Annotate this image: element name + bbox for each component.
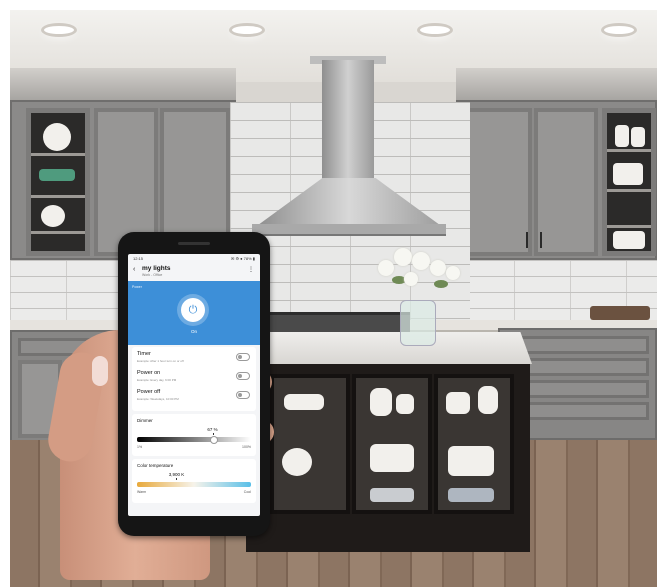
color-temperature-cool-label: Cool [243, 490, 251, 494]
color-temperature-marker [175, 478, 177, 480]
range-hood-chimney [322, 60, 374, 180]
plate-stack [448, 446, 494, 476]
cabinet-door [466, 108, 532, 256]
flower [378, 260, 394, 276]
range-hood-base [252, 224, 446, 236]
schedule-card: Timer Example: After 1 hour turn on or o… [132, 347, 256, 411]
island-glass-door [352, 374, 432, 514]
power-on-subtitle: Example: Every day, 6:00 PM [137, 378, 177, 382]
color-temperature-card: Color temperature 3,900 K Warm Cool [132, 459, 256, 503]
glass-cabinet-door [602, 108, 656, 256]
dimmer-title: Dimmer [137, 418, 153, 423]
vase [631, 127, 645, 147]
drawer [506, 336, 649, 354]
power-off-title: Power off [137, 389, 161, 395]
bowls [446, 392, 470, 414]
thumbnail [92, 356, 108, 386]
power-icon: ⏻ [188, 304, 198, 316]
flower [446, 266, 460, 280]
color-temperature-slider-track[interactable] [137, 482, 251, 487]
status-icons: ✉ ⚙ ● 78% ▮ [230, 256, 255, 261]
pitcher [370, 388, 392, 416]
bowls [39, 169, 75, 181]
color-temperature-title: Color temperature [137, 463, 174, 468]
power-state: On [190, 329, 197, 334]
pitcher [615, 125, 629, 147]
flower [404, 272, 418, 286]
bowls [448, 488, 494, 502]
power-on-title: Power on [137, 370, 161, 376]
power-on-toggle[interactable] [236, 372, 250, 380]
dimmer-min-label: 1% [137, 445, 143, 449]
ceiling-light [232, 26, 262, 34]
dimmer-marker [213, 433, 215, 435]
glass-cabinet-door [26, 108, 90, 256]
island-glass-door [270, 374, 350, 514]
pitcher [396, 394, 414, 414]
app-bar: ‹ my lights Work - Office ⋮ [128, 263, 260, 281]
dimmer-card: Dimmer 67 % 1% 100% [132, 414, 256, 456]
timer-toggle[interactable] [236, 353, 250, 361]
bowls [613, 231, 645, 249]
bowls [284, 394, 324, 410]
phone-screen: 12:15 ✉ ⚙ ● 78% ▮ ‹ my lights Work - Off… [128, 254, 260, 516]
upper-cabinet-right [456, 100, 657, 260]
color-temperature-warm-label: Warm [137, 490, 147, 494]
speaker-grille [178, 242, 210, 245]
dimmer-slider-thumb[interactable] [210, 436, 219, 444]
island-marble-countertop [242, 332, 532, 364]
ceiling-light [604, 26, 634, 34]
flower [412, 252, 430, 270]
back-arrow-icon[interactable]: ‹ [133, 266, 135, 273]
power-button[interactable]: ⏻ [181, 298, 205, 322]
flower [394, 248, 412, 266]
pitcher [478, 386, 498, 414]
glass-vase [400, 300, 436, 346]
ceiling-light [420, 26, 450, 34]
page-subtitle: Work - Office [142, 273, 163, 277]
more-vert-icon[interactable]: ⋮ [248, 266, 254, 273]
status-time: 12:15 [133, 256, 144, 261]
dimmer-slider-track[interactable] [137, 437, 251, 442]
gas-range [268, 312, 410, 335]
timer-title: Timer [137, 351, 151, 357]
cabinet-door [534, 108, 598, 256]
glasses [370, 488, 414, 502]
ceiling-light [44, 26, 74, 34]
plate [43, 123, 71, 151]
page-title: my lights [142, 265, 171, 272]
power-card: Power ⏻ On [128, 281, 260, 345]
plates [282, 448, 312, 476]
timer-subtitle: Example: After 1 hour turn on or off [137, 359, 184, 363]
status-bar: 12:15 ✉ ⚙ ● 78% ▮ [128, 254, 260, 263]
dimmer-value: 67 % [207, 427, 218, 432]
flower [430, 260, 446, 276]
dimmer-max-label: 100% [242, 445, 251, 449]
power-card-label: Power [132, 285, 142, 289]
plate [41, 205, 65, 227]
island-glass-door [434, 374, 514, 514]
bowls [613, 163, 643, 185]
power-off-subtitle: Example: Weekdays, 10:00 PM [137, 397, 179, 401]
wooden-tray [590, 306, 650, 320]
plate-stack [370, 444, 414, 472]
color-temperature-value: 3,900 K [168, 472, 185, 477]
power-off-toggle[interactable] [236, 391, 250, 399]
